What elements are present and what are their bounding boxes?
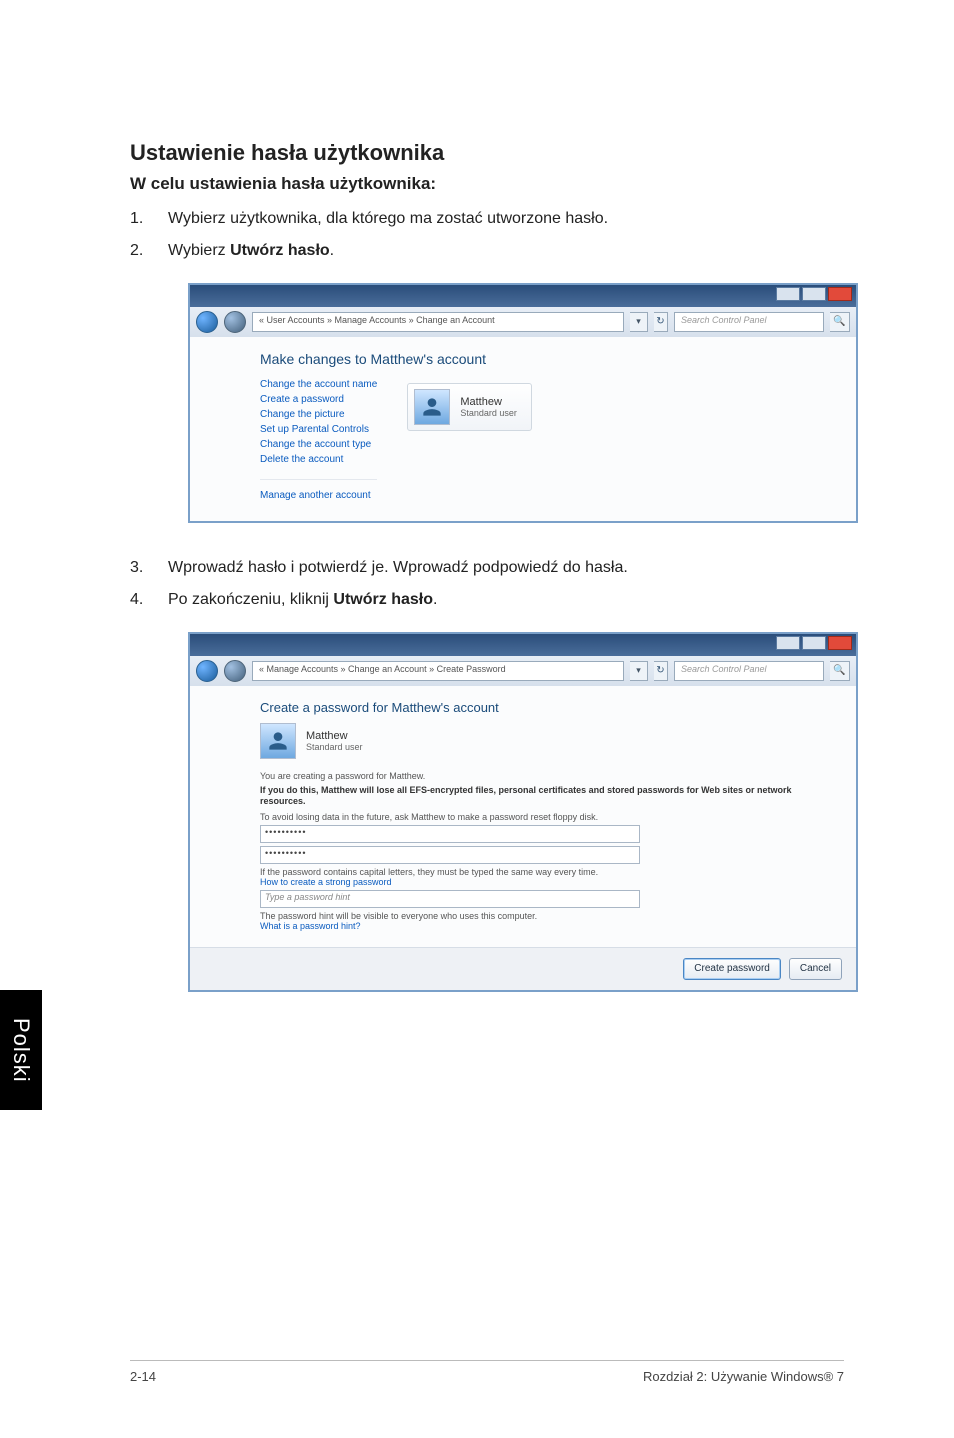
page-heading: Ustawienie hasła użytkownika (130, 140, 844, 166)
nav-forward-button[interactable] (224, 311, 246, 333)
explorer-navbar: « Manage Accounts » Change an Account » … (190, 656, 856, 686)
search-input[interactable]: Search Control Panel (674, 312, 824, 332)
account-card: Matthew Standard user (407, 383, 532, 431)
step-number: 1. (130, 208, 168, 230)
explorer-navbar: « User Accounts » Manage Accounts » Chan… (190, 307, 856, 337)
page-number: 2-14 (130, 1369, 156, 1384)
account-type: Standard user (460, 408, 517, 418)
address-bar[interactable]: « User Accounts » Manage Accounts » Chan… (252, 312, 624, 332)
step-text: Wybierz Utwórz hasło. (168, 240, 844, 262)
person-icon (419, 394, 445, 420)
nav-back-button[interactable] (196, 660, 218, 682)
step-item: 2. Wybierz Utwórz hasło. (130, 240, 844, 262)
link-delete-account[interactable]: Delete the account (260, 454, 377, 465)
refresh-button[interactable]: ↻ (654, 661, 668, 681)
dialog-button-row: Create password Cancel (190, 947, 856, 990)
page-footer: 2-14 Rozdział 2: Używanie Windows® 7 (130, 1360, 844, 1384)
step-number: 3. (130, 557, 168, 579)
pane-title: Create a password for Matthew's account (260, 700, 826, 715)
search-icon[interactable]: 🔍 (830, 661, 850, 681)
link-what-is-hint[interactable]: What is a password hint? (260, 921, 826, 931)
minimize-button[interactable] (776, 636, 800, 650)
divider (260, 479, 377, 480)
account-summary: Matthew Standard user (260, 723, 826, 759)
minimize-button[interactable] (776, 287, 800, 301)
chapter-title: Rozdział 2: Używanie Windows® 7 (643, 1369, 844, 1384)
account-type: Standard user (306, 742, 363, 752)
step-text-post: . (433, 591, 437, 608)
window-titlebar (190, 634, 856, 656)
steps-list-1: 1. Wybierz użytkownika, dla którego ma z… (130, 208, 844, 263)
step-text-bold: Utwórz hasło (230, 242, 330, 259)
step-item: 3. Wprowadź hasło i potwierdź je. Wprowa… (130, 557, 844, 579)
link-manage-another[interactable]: Manage another account (260, 490, 377, 501)
close-button[interactable] (828, 287, 852, 301)
step-item: 4. Po zakończeniu, kliknij Utwórz hasło. (130, 589, 844, 611)
close-button[interactable] (828, 636, 852, 650)
step-number: 2. (130, 240, 168, 262)
nav-forward-button[interactable] (224, 660, 246, 682)
person-icon (265, 728, 291, 754)
maximize-button[interactable] (802, 287, 826, 301)
link-parental-controls[interactable]: Set up Parental Controls (260, 424, 377, 435)
refresh-button[interactable]: ↻ (654, 312, 668, 332)
address-bar[interactable]: « Manage Accounts » Change an Account » … (252, 661, 624, 681)
pane-title: Make changes to Matthew's account (260, 351, 826, 367)
step-text: Wybierz użytkownika, dla którego ma zost… (168, 208, 844, 230)
account-name: Matthew (460, 396, 517, 408)
avatar (414, 389, 450, 425)
account-name: Matthew (306, 730, 363, 742)
avatar (260, 723, 296, 759)
screenshot-change-account: « User Accounts » Manage Accounts » Chan… (188, 283, 844, 523)
create-password-button[interactable]: Create password (683, 958, 781, 980)
hint-note: The password hint will be visible to eve… (260, 911, 826, 921)
search-input[interactable]: Search Control Panel (674, 661, 824, 681)
step-text: Wprowadź hasło i potwierdź je. Wprowadź … (168, 557, 844, 579)
page-subheading: W celu ustawienia hasła użytkownika: (130, 174, 844, 194)
window-titlebar (190, 285, 856, 307)
step-number: 4. (130, 589, 168, 611)
info-line: To avoid losing data in the future, ask … (260, 812, 826, 822)
screenshot-create-password: « Manage Accounts » Change an Account » … (188, 632, 844, 992)
account-task-links: Change the account name Create a passwor… (260, 379, 377, 501)
link-strong-password[interactable]: How to create a strong password (260, 877, 826, 887)
language-side-tab: Polski (0, 990, 42, 1110)
link-change-name[interactable]: Change the account name (260, 379, 377, 390)
address-dropdown[interactable]: ▾ (630, 312, 648, 332)
steps-list-2: 3. Wprowadź hasło i potwierdź je. Wprowa… (130, 557, 844, 612)
step-text-pre: Po zakończeniu, kliknij (168, 591, 333, 608)
step-text-bold: Utwórz hasło (333, 591, 433, 608)
link-create-password[interactable]: Create a password (260, 394, 377, 405)
cancel-button[interactable]: Cancel (789, 958, 842, 980)
warning-text: If you do this, Matthew will lose all EF… (260, 785, 826, 808)
step-text: Po zakończeniu, kliknij Utwórz hasło. (168, 589, 844, 611)
link-change-picture[interactable]: Change the picture (260, 409, 377, 420)
maximize-button[interactable] (802, 636, 826, 650)
info-line: You are creating a password for Matthew. (260, 771, 826, 781)
link-change-type[interactable]: Change the account type (260, 439, 377, 450)
password-hint-input[interactable]: Type a password hint (260, 890, 640, 908)
address-dropdown[interactable]: ▾ (630, 661, 648, 681)
step-text-post: . (330, 242, 334, 259)
new-password-input[interactable]: •••••••••• (260, 825, 640, 843)
caps-note: If the password contains capital letters… (260, 867, 826, 877)
step-item: 1. Wybierz użytkownika, dla którego ma z… (130, 208, 844, 230)
nav-back-button[interactable] (196, 311, 218, 333)
confirm-password-input[interactable]: •••••••••• (260, 846, 640, 864)
step-text-pre: Wybierz (168, 242, 230, 259)
search-icon[interactable]: 🔍 (830, 312, 850, 332)
